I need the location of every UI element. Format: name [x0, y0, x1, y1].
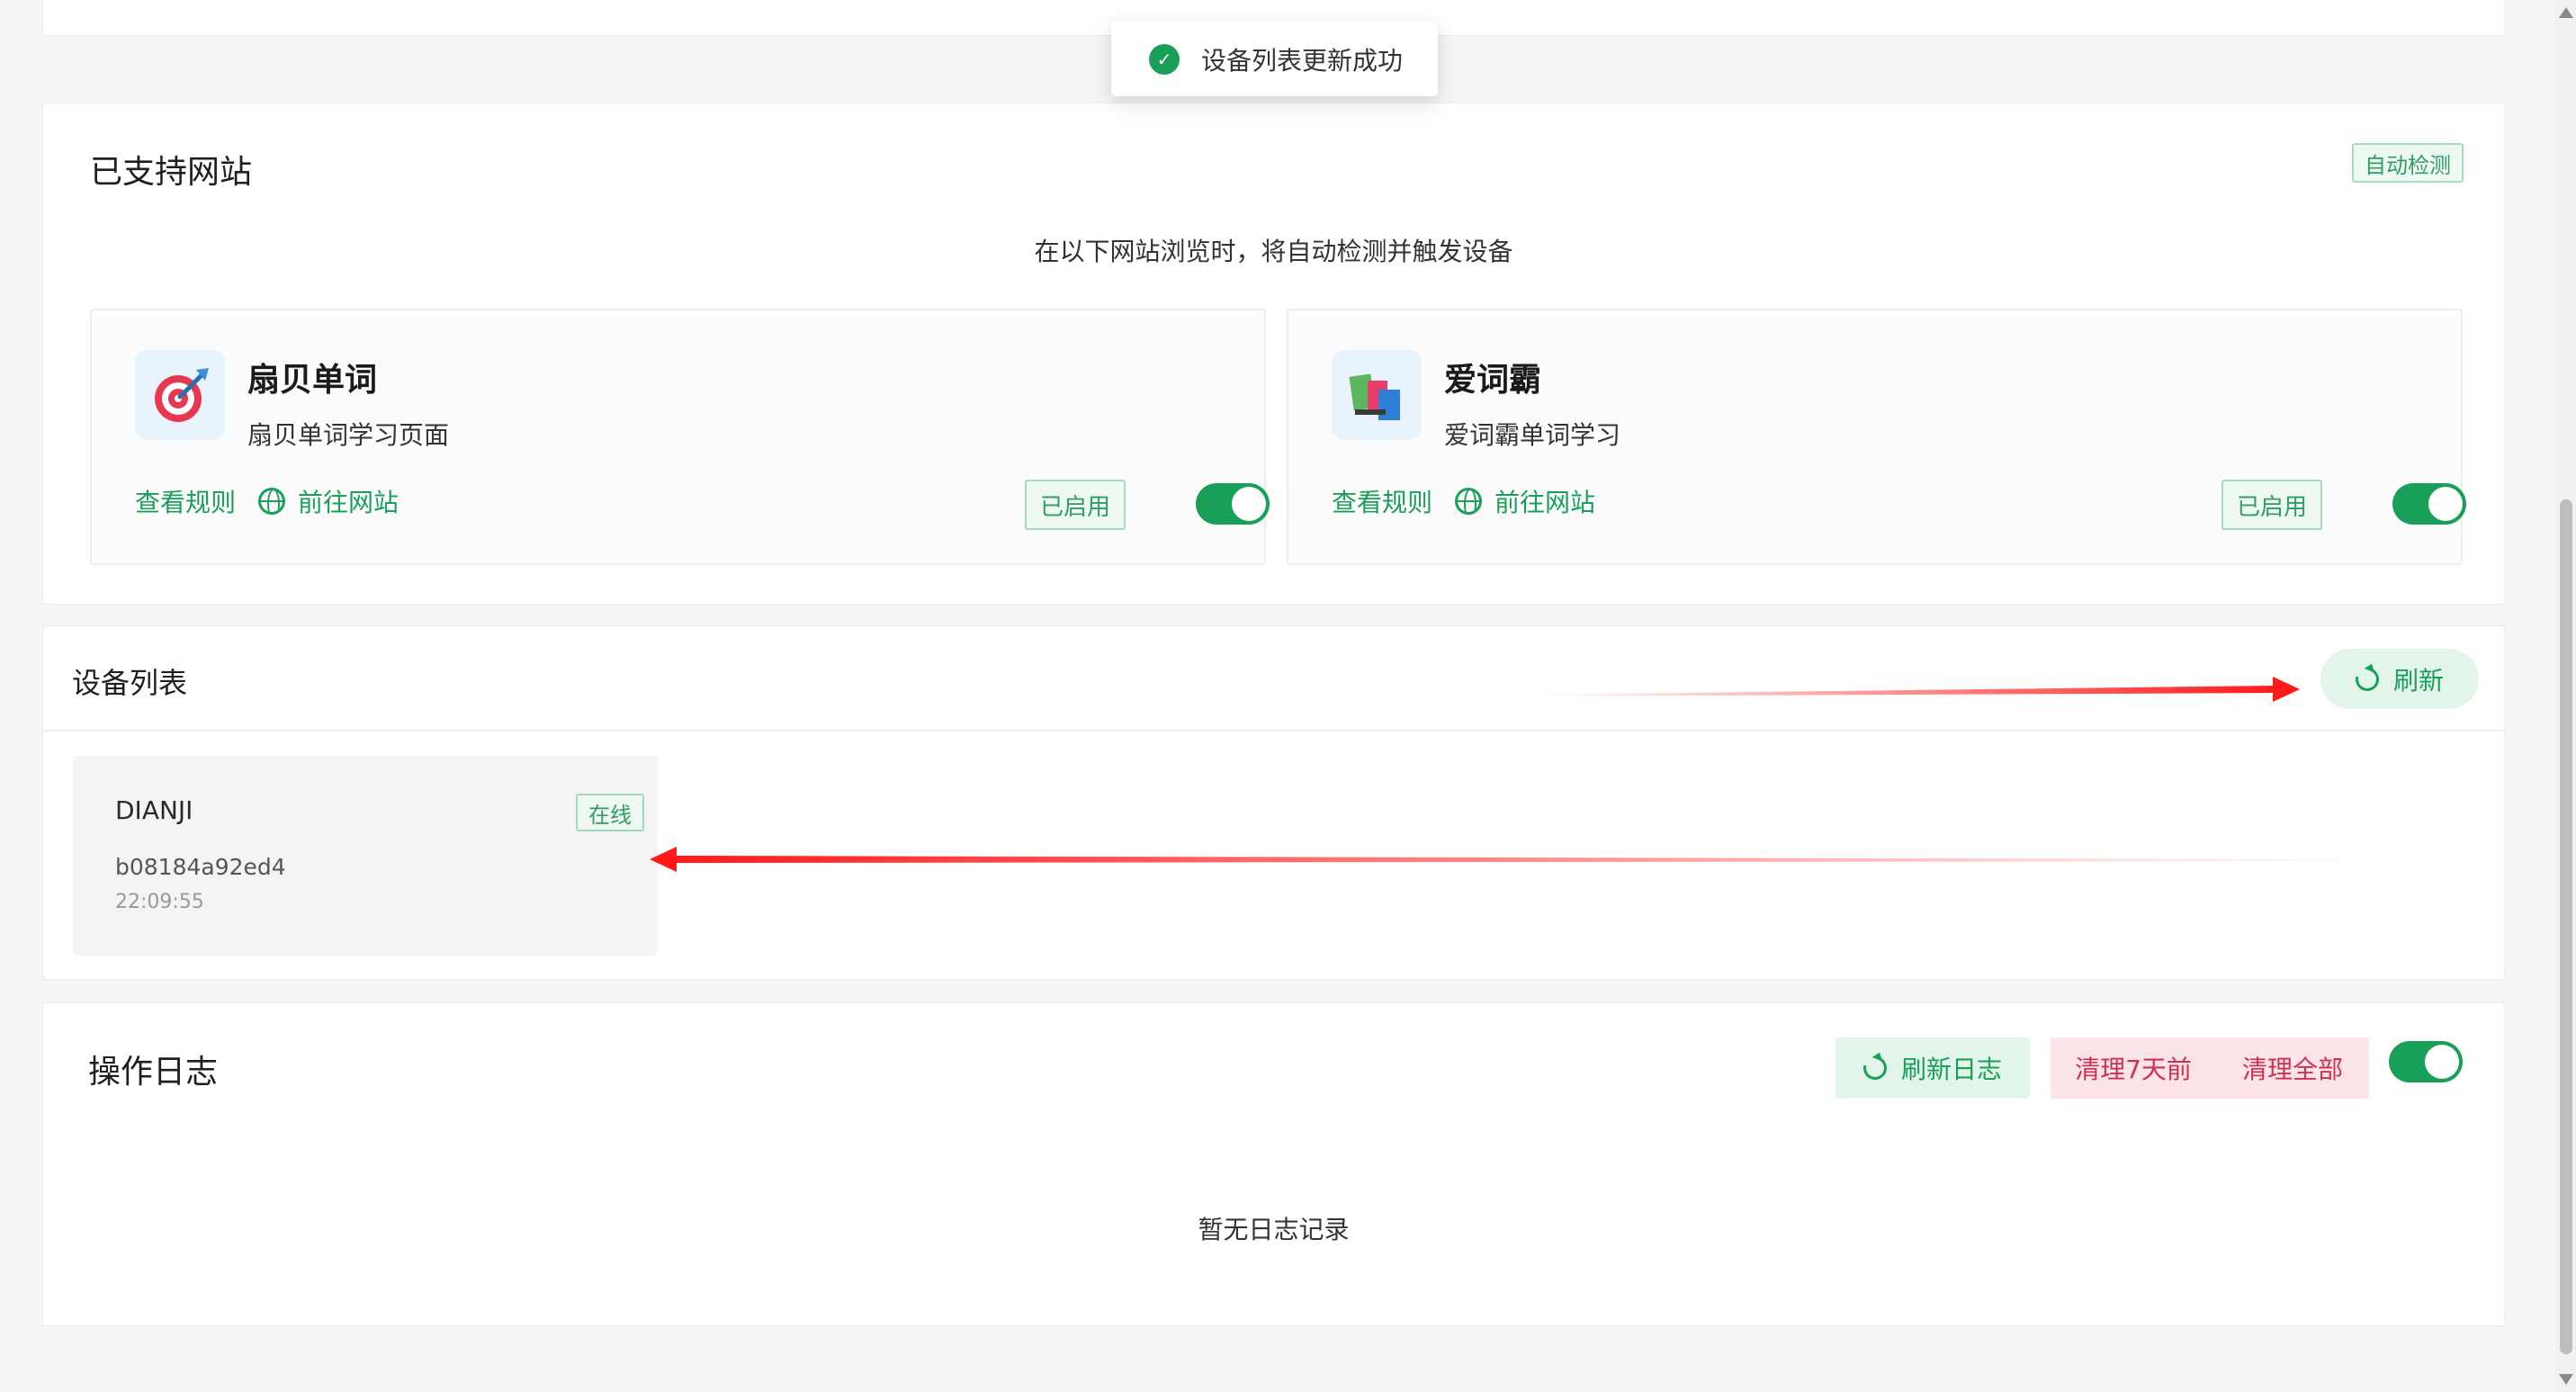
device-list-header: 设备列表 刷新	[43, 626, 2504, 732]
supported-sites-subtitle: 在以下网站浏览时，将自动检测并触发设备	[1034, 237, 1513, 266]
view-rules-link[interactable]: 查看规则	[135, 483, 236, 519]
device-id: b08184a92ed4	[115, 854, 286, 880]
refresh-icon	[2351, 662, 2383, 696]
log-auto-toggle[interactable]	[2389, 1041, 2463, 1082]
device-name: DIANJI	[115, 795, 193, 825]
visit-site-link[interactable]: 前往网站	[1455, 483, 1595, 519]
auto-detect-badge: 自动检测	[2352, 143, 2464, 183]
site-description: 爱词霸单词学习	[1444, 420, 1621, 450]
site-status-tag: 已启用	[2221, 480, 2322, 530]
page-scrollbar[interactable]	[2555, 0, 2576, 1392]
visit-site-link[interactable]: 前往网站	[258, 483, 399, 519]
site-card-iciba: 爱词霸 爱词霸单词学习 查看规则 前往网站 已启用	[1287, 309, 2466, 565]
site-name: 扇贝单词	[247, 362, 378, 399]
scroll-down-icon[interactable]	[2559, 1374, 2573, 1385]
check-circle-icon: ✓	[1149, 43, 1180, 75]
site-description: 扇贝单词学习页面	[247, 420, 450, 450]
device-card[interactable]: DIANJI 在线 b08184a92ed4 22:09:55	[73, 756, 658, 956]
refresh-icon	[1859, 1052, 1891, 1084]
view-rules-label: 查看规则	[135, 488, 237, 517]
operation-log-title: 操作日志	[88, 1054, 219, 1091]
device-timestamp: 22:09:55	[115, 891, 204, 913]
scroll-thumb[interactable]	[2560, 499, 2572, 1354]
clear-log-group: 清理7天前 清理全部	[2051, 1037, 2369, 1099]
refresh-devices-button[interactable]: 刷新	[2320, 649, 2479, 709]
view-rules-label: 查看规则	[1332, 488, 1433, 517]
device-list-title: 设备列表	[72, 666, 188, 700]
refresh-log-button[interactable]: 刷新日志	[1836, 1037, 2030, 1099]
toggle-knob	[2428, 487, 2463, 521]
site-enable-toggle[interactable]	[2392, 483, 2466, 525]
clear-all-button[interactable]: 清理全部	[2216, 1037, 2369, 1099]
success-toast: ✓ 设备列表更新成功	[1111, 22, 1438, 96]
toggle-knob	[1232, 487, 1266, 521]
operation-log-card: 操作日志 刷新日志 清理7天前 清理全部 暂无日志记录	[42, 1002, 2505, 1326]
site-name: 爱词霸	[1444, 362, 1542, 399]
site-enable-toggle[interactable]	[1196, 483, 1270, 525]
visit-site-label: 前往网站	[1494, 488, 1596, 517]
device-status-badge: 在线	[576, 794, 644, 831]
site-status-tag: 已启用	[1025, 480, 1126, 530]
refresh-label: 刷新	[2392, 665, 2444, 696]
site-card-shanbay: 扇贝单词 扇贝单词学习页面 查看规则 前往网站 已启用	[90, 309, 1270, 565]
books-icon	[1332, 350, 1422, 440]
device-list-card: 设备列表 刷新 DIANJI 在线 b08184a92ed4 22:09:55	[42, 625, 2505, 980]
scroll-up-icon[interactable]	[2559, 7, 2573, 18]
toggle-knob	[2425, 1045, 2459, 1079]
supported-sites-title: 已支持网站	[90, 154, 253, 191]
refresh-log-label: 刷新日志	[1900, 1055, 2002, 1084]
target-icon	[135, 350, 225, 440]
globe-icon	[258, 488, 285, 515]
globe-icon	[1455, 488, 1482, 515]
clear-7-days-button[interactable]: 清理7天前	[2051, 1037, 2216, 1099]
empty-log-message: 暂无日志记录	[1198, 1215, 1350, 1244]
supported-sites-card: 已支持网站 自动检测 在以下网站浏览时，将自动检测并触发设备 扇贝单词 扇贝单词…	[42, 103, 2505, 605]
view-rules-link[interactable]: 查看规则	[1332, 483, 1432, 519]
visit-site-label: 前往网站	[298, 488, 399, 517]
toast-message: 设备列表更新成功	[1201, 45, 1404, 76]
